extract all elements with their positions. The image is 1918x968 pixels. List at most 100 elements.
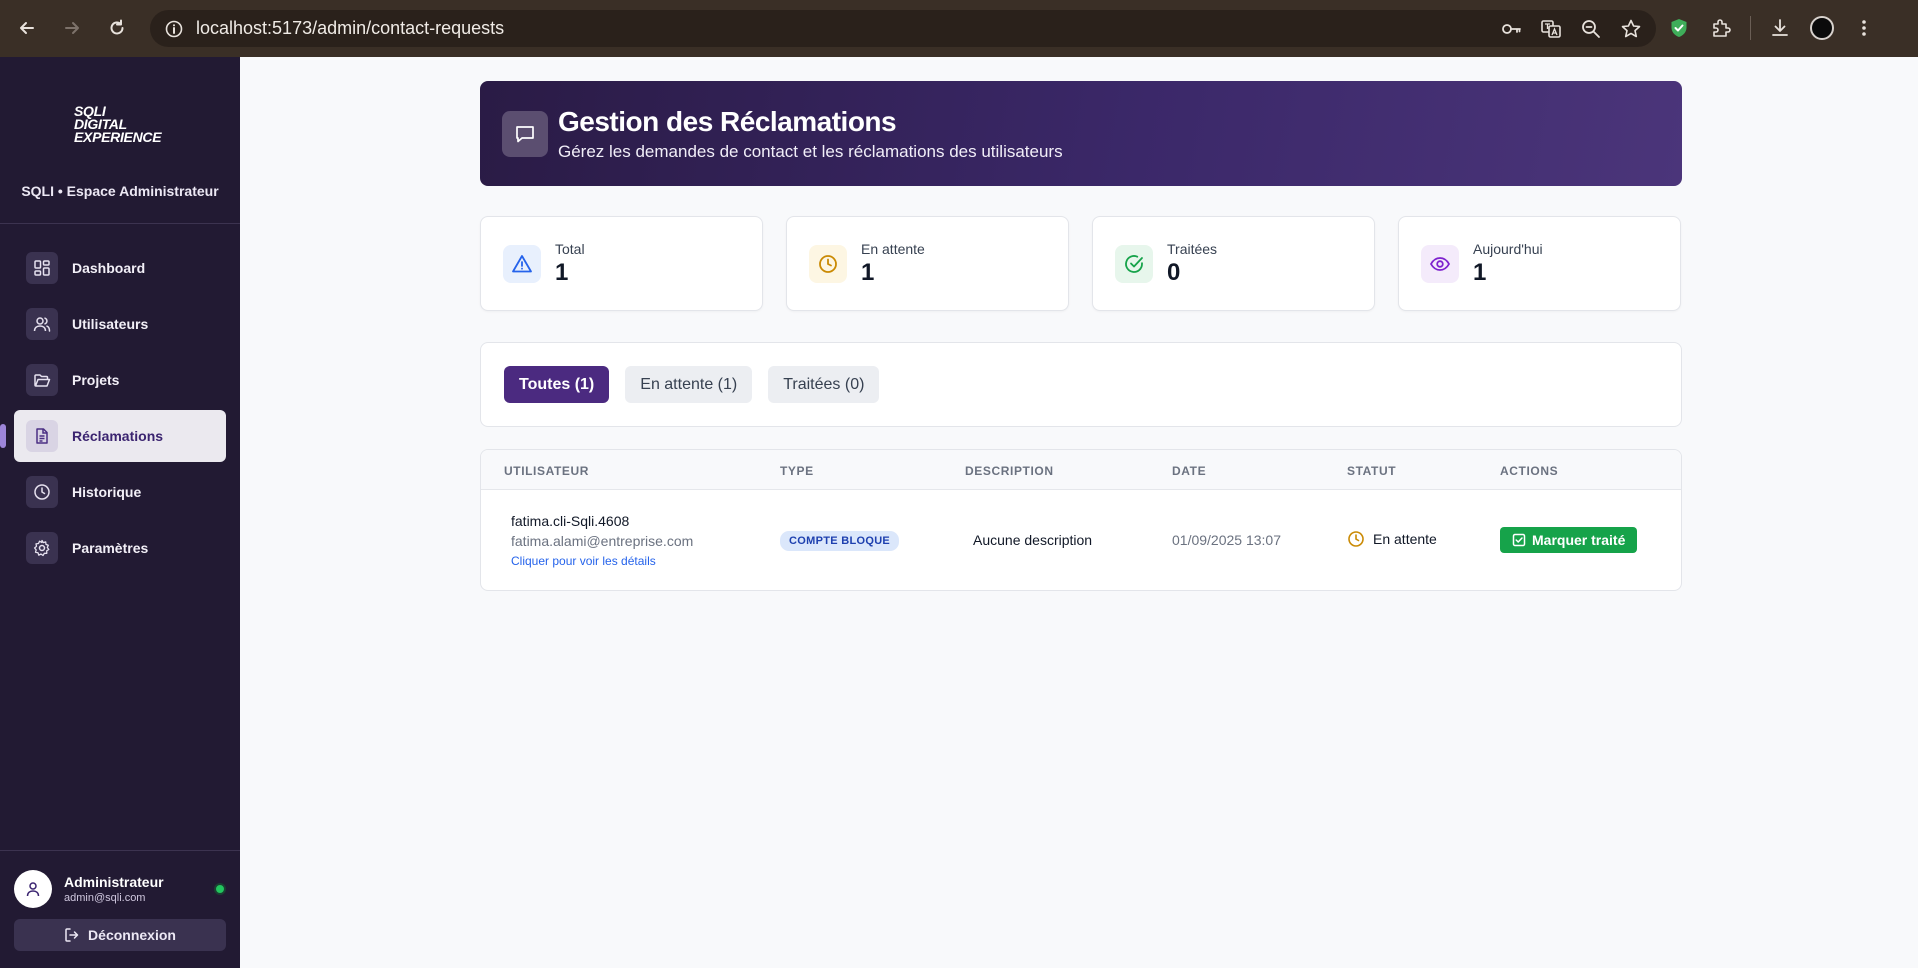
shield-extension-icon[interactable] [1660, 8, 1698, 48]
stat-card-today: Aujourd'hui 1 [1398, 216, 1681, 311]
stat-value: 1 [1473, 258, 1487, 286]
sidebar-item-label: Réclamations [72, 428, 164, 444]
toolbar-divider [1750, 16, 1751, 40]
document-icon [26, 420, 58, 452]
stat-card-total: Total 1 [480, 216, 763, 311]
zoom-icon[interactable] [1574, 12, 1608, 46]
stat-label: Total [555, 240, 585, 257]
site-info-icon[interactable] [154, 10, 194, 47]
tab-all[interactable]: Toutes (1) [504, 366, 610, 403]
online-status-indicator [214, 883, 226, 895]
stat-label: En attente [861, 240, 925, 257]
user-profile: Administrateur admin@sqli.com [14, 869, 226, 909]
back-button[interactable] [7, 8, 47, 48]
stat-card-processed: Traitées 0 [1092, 216, 1375, 311]
stat-label: Traitées [1167, 240, 1218, 257]
sidebar-item-label: Utilisateurs [72, 316, 149, 332]
folder-icon [26, 364, 58, 396]
details-link[interactable]: Cliquer pour voir les détails [511, 554, 693, 568]
clock-icon [809, 244, 847, 283]
extensions-icon[interactable] [1702, 8, 1740, 48]
star-icon[interactable] [1614, 12, 1648, 46]
status-label: En attente [1373, 531, 1437, 547]
tab-processed[interactable]: Traitées (0) [768, 366, 880, 403]
browser-toolbar: localhost:5173/admin/contact-requests [0, 0, 1918, 57]
clock-icon [26, 476, 58, 508]
mark-processed-button[interactable]: Marquer traité [1500, 527, 1638, 553]
stat-value: 1 [861, 258, 875, 286]
column-header-date[interactable]: DATE [1172, 464, 1206, 478]
dashboard-icon [26, 252, 58, 284]
row-email: fatima.alami@entreprise.com [511, 533, 694, 549]
users-icon [26, 308, 58, 340]
mark-processed-label: Marquer traité [1532, 532, 1626, 548]
forward-button[interactable] [52, 8, 92, 48]
sidebar-item-label: Dashboard [72, 260, 146, 276]
status-badge: En attente [1347, 530, 1437, 548]
stat-card-pending: En attente 1 [786, 216, 1069, 311]
arrow-left-icon [20, 22, 34, 34]
clock-icon [1348, 531, 1364, 547]
column-header-type[interactable]: TYPE [780, 464, 814, 478]
reload-icon [110, 19, 124, 35]
requests-table: UTILISATEUR TYPE DESCRIPTION DATE STATUT… [480, 449, 1682, 591]
column-header-user[interactable]: UTILISATEUR [504, 464, 589, 478]
check-square-icon [1512, 533, 1526, 547]
profile-avatar[interactable] [1803, 8, 1841, 48]
arrow-right-icon [65, 22, 79, 34]
actions-cell: Marquer traité [1500, 527, 1638, 553]
logout-icon [65, 928, 79, 942]
stat-value: 0 [1167, 258, 1181, 286]
reload-button[interactable] [97, 8, 137, 48]
url-text[interactable]: localhost:5173/admin/contact-requests [196, 18, 504, 39]
table-header: UTILISATEUR TYPE DESCRIPTION DATE STATUT… [481, 450, 1681, 490]
tab-pending[interactable]: En attente (1) [625, 366, 753, 403]
user-name: Administrateur [64, 874, 164, 890]
sidebar-item-history[interactable]: Historique [14, 466, 226, 518]
sidebar-item-label: Paramètres [72, 540, 149, 556]
table-row[interactable]: fatima.cli-Sqli.4608 fatima.alami@entrep… [481, 490, 1681, 590]
divider [0, 223, 240, 224]
message-square-icon [502, 110, 548, 157]
logout-button[interactable]: Déconnexion [14, 919, 226, 951]
row-date: 01/09/2025 13:07 [1172, 532, 1281, 548]
logout-label: Déconnexion [88, 927, 176, 943]
address-bar[interactable]: localhost:5173/admin/contact-requests [150, 10, 1656, 47]
user-icon [26, 882, 40, 897]
page-title: Gestion des Réclamations [558, 105, 897, 137]
sidebar: SQLI DIGITAL EXPERIENCE SQLI • Espace Ad… [0, 57, 240, 968]
column-header-actions[interactable]: ACTIONS [1500, 464, 1558, 478]
filter-tabs: Toutes (1) En attente (1) Traitées (0) [480, 342, 1682, 427]
type-cell: COMPTE BLOQUE [780, 531, 900, 551]
sidebar-item-projects[interactable]: Projets [14, 354, 226, 406]
menu-kebab-icon[interactable] [1845, 8, 1883, 48]
page-subtitle: Gérez les demandes de contact et les réc… [558, 141, 1063, 161]
sidebar-item-reclamations[interactable]: Réclamations [0, 410, 226, 462]
column-header-status[interactable]: STATUT [1347, 464, 1396, 478]
sidebar-item-label: Projets [72, 372, 120, 388]
row-description: Aucune description [973, 532, 1093, 548]
sidebar-nav: Dashboard Utilisateurs Projets Réclamati… [0, 242, 226, 578]
row-username: fatima.cli-Sqli.4608 [511, 513, 630, 529]
stats-row: Total 1 En attente 1 Traitées 0 Aujourd'… [480, 216, 1682, 311]
type-badge: COMPTE BLOQUE [780, 531, 900, 551]
download-icon[interactable] [1761, 8, 1799, 48]
gear-icon [26, 532, 58, 564]
translate-icon[interactable] [1534, 12, 1568, 46]
stat-label: Aujourd'hui [1473, 240, 1543, 257]
brand-subtitle: SQLI • Espace Administrateur [21, 183, 219, 199]
check-circle-icon [1115, 244, 1153, 283]
sidebar-item-settings[interactable]: Paramètres [14, 522, 226, 574]
page-header: Gestion des Réclamations Gérez les deman… [480, 81, 1682, 186]
divider [0, 850, 240, 851]
sidebar-item-dashboard[interactable]: Dashboard [14, 242, 226, 294]
key-icon[interactable] [1494, 12, 1528, 46]
avatar [14, 870, 52, 908]
sidebar-item-users[interactable]: Utilisateurs [14, 298, 226, 350]
sqli-logo: SQLI DIGITAL EXPERIENCE [74, 103, 162, 145]
stat-value: 1 [555, 258, 569, 286]
eye-icon [1421, 244, 1459, 283]
sidebar-item-label: Historique [72, 484, 142, 500]
column-header-description[interactable]: DESCRIPTION [965, 464, 1054, 478]
alert-triangle-icon [503, 244, 541, 283]
